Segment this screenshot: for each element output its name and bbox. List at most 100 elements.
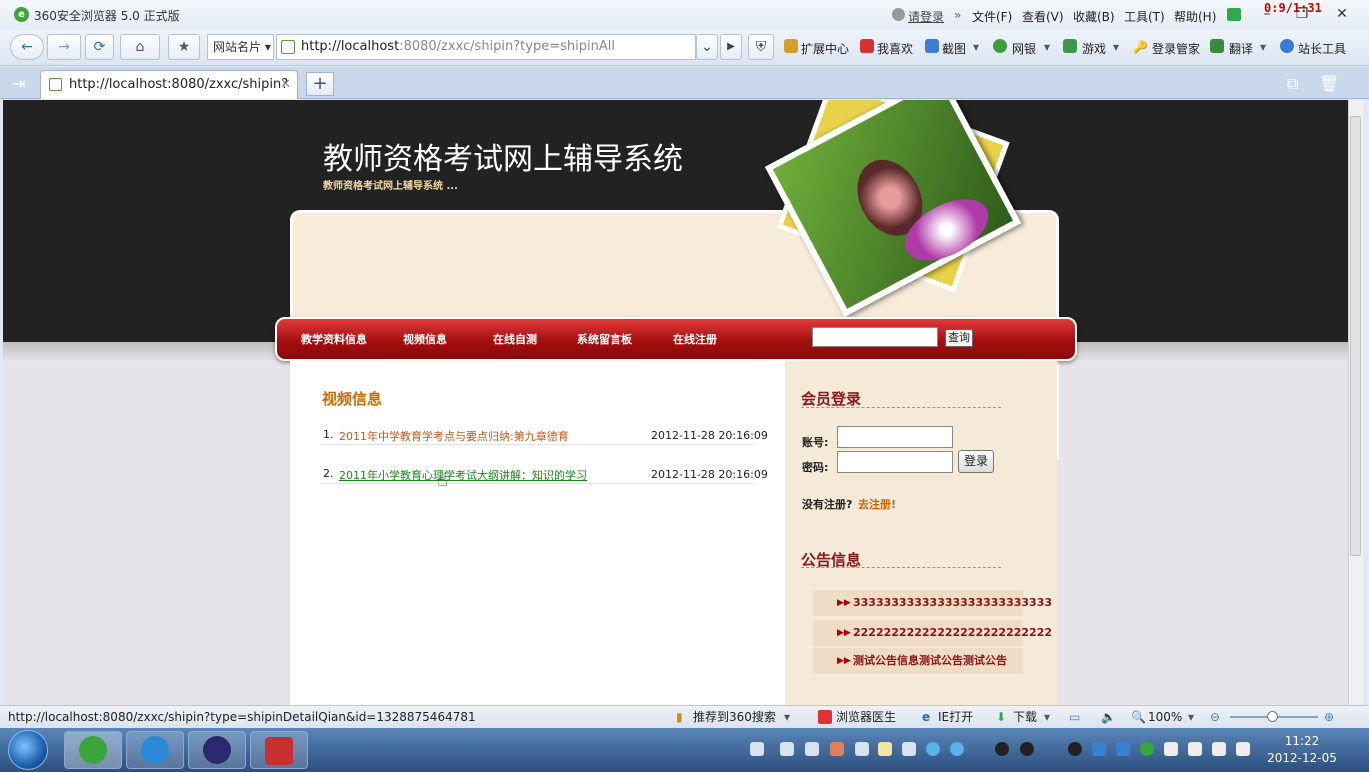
doctor-link[interactable]: 浏览器医生 (836, 706, 896, 728)
tray-app-icon[interactable] (830, 742, 844, 756)
zoom-level[interactable]: 100% (1148, 706, 1182, 728)
start-button[interactable] (8, 730, 48, 770)
shield-icon[interactable]: ⛨ (748, 34, 774, 60)
tray-app-icon[interactable] (926, 742, 940, 756)
browser-360-icon (79, 736, 107, 764)
tray-app-icon[interactable] (1092, 742, 1106, 756)
nav-item-videos[interactable]: 视频信息 (403, 331, 447, 347)
menu-help[interactable]: 帮助(H) (1174, 8, 1216, 25)
nav-item-self-test[interactable]: 在线自测 (493, 331, 537, 347)
go-icon[interactable]: ▶ (720, 34, 742, 60)
tray-app-icon[interactable] (855, 742, 869, 756)
close-tab-icon[interactable]: ✕ (280, 71, 291, 98)
notice-divider (801, 567, 1001, 568)
tab-active[interactable]: http://localhost:8080/zxxc/shipin?t... ✕ (40, 70, 298, 119)
network-icon[interactable] (1236, 742, 1250, 756)
tray-360-icon[interactable] (1140, 742, 1154, 756)
register-link[interactable]: 去注册! (858, 496, 896, 512)
chevron-down-icon[interactable]: ▾ (1113, 40, 1119, 54)
notice-item[interactable]: ▶▶ 33333333333333333333333333 (813, 590, 1052, 616)
search-input[interactable] (812, 327, 938, 347)
shield-icon[interactable] (1116, 742, 1130, 756)
tray-keyboard-icon[interactable] (750, 742, 764, 756)
home-icon[interactable]: ⌂ (120, 34, 160, 60)
site-card-dropdown[interactable]: 网站名片 ▾ (207, 34, 274, 60)
notice-text: 22222222222222222222222222 (853, 626, 1052, 639)
toolbar-link-bank[interactable]: 网银 (1012, 40, 1036, 57)
clock-date: 2012-12-05 (1267, 751, 1337, 765)
scrollbar-thumb[interactable] (1350, 116, 1361, 556)
search-button[interactable]: 查询 (945, 329, 973, 347)
tray-app-icon[interactable] (902, 742, 916, 756)
toolbar-link-favorites[interactable]: 我喜欢 (877, 40, 913, 57)
tray-app-icon[interactable] (950, 742, 964, 756)
menu-tools[interactable]: 工具(T) (1124, 8, 1165, 25)
qq-icon[interactable] (1020, 742, 1034, 756)
chevron-down-icon[interactable]: ⌄ (696, 34, 718, 60)
new-tab-button[interactable]: + (306, 72, 334, 96)
chevron-down-icon[interactable]: ▾ (1044, 706, 1050, 728)
taskbar-app-360browser[interactable] (64, 731, 122, 769)
trash-icon[interactable]: 🗑 (1319, 74, 1339, 93)
nav-item-teaching-materials[interactable]: 教学资料信息 (301, 331, 367, 347)
volume-icon[interactable] (1212, 742, 1226, 756)
taskbar-app-ie[interactable] (126, 731, 184, 769)
chevron-down-icon[interactable]: ▾ (1260, 40, 1266, 54)
user-icon (892, 8, 905, 21)
login-button[interactable]: 登录 (958, 450, 994, 473)
qq-icon[interactable] (1068, 742, 1082, 756)
back-arrow-icon[interactable]: ← (10, 34, 44, 60)
toolbar-link-games[interactable]: 游戏 (1082, 40, 1106, 57)
tray-note-icon[interactable] (878, 742, 892, 756)
notice-item[interactable]: ▶▶ 测试公告信息测试公告测试公告 (813, 648, 1023, 674)
taskbar-app-toolbox[interactable] (250, 731, 308, 769)
refresh-icon[interactable]: ⟳ (85, 34, 114, 60)
toolbox-icon (265, 737, 293, 765)
login-link[interactable]: 请登录 (908, 8, 944, 25)
chevron-down-icon[interactable]: ▾ (1044, 40, 1050, 54)
toolbar-link-webmaster[interactable]: 站长工具 (1298, 40, 1346, 57)
tab-list-icon[interactable]: ⧉ (1287, 74, 1298, 94)
menu-favorites[interactable]: 收藏(B) (1073, 8, 1115, 25)
chevron-down-icon[interactable]: ▾ (784, 706, 790, 728)
toolbar-link-screenshot[interactable]: 截图 (942, 40, 966, 57)
chevron-down-icon[interactable]: ▾ (973, 40, 979, 54)
account-input[interactable] (837, 426, 953, 448)
tray-device-icon[interactable] (1188, 742, 1202, 756)
sidebar-toggle-icon[interactable]: ⇥ (12, 74, 25, 93)
clock[interactable]: 11:22 2012-12-05 (1262, 733, 1342, 767)
skin-icon[interactable] (1227, 8, 1241, 21)
recommend-link[interactable]: 推荐到360搜索 (693, 706, 776, 728)
toolbar-link-translate[interactable]: 翻译 (1229, 40, 1253, 57)
flag-icon[interactable] (1164, 742, 1178, 756)
nav-item-message-board[interactable]: 系统留言板 (577, 331, 632, 347)
zoom-slider-thumb[interactable] (1267, 711, 1278, 722)
window-icon[interactable]: ▭ (1069, 706, 1080, 728)
notice-item[interactable]: ▶▶ 22222222222222222222222222 (813, 620, 1052, 646)
ie-open-link[interactable]: IE打开 (938, 706, 973, 728)
download-link[interactable]: 下载 (1013, 706, 1037, 728)
zoom-in-icon[interactable]: ⊕ (1324, 706, 1334, 728)
tray-app-icon[interactable] (780, 742, 794, 756)
qq-icon[interactable] (995, 742, 1009, 756)
chevron-down-icon[interactable]: ▾ (1188, 706, 1194, 728)
menu-file[interactable]: 文件(F) (972, 8, 1012, 25)
password-input[interactable] (837, 451, 953, 473)
nav-item-register[interactable]: 在线注册 (673, 331, 717, 347)
taskbar-app-eclipse[interactable] (188, 731, 246, 769)
tray-app-icon[interactable] (805, 742, 819, 756)
toolbar-link-extensions[interactable]: 扩展中心 (801, 40, 849, 57)
toolbar-link-password-manager[interactable]: 登录管家 (1152, 40, 1200, 57)
zoom-out-icon[interactable]: ⊖ (1210, 706, 1220, 728)
video-link[interactable]: 2011年中学教育学考点与要点归纳:第九章德育 (339, 428, 569, 444)
status-url: http://localhost:8080/zxxc/shipin?type=s… (8, 710, 476, 724)
video-link[interactable]: 2011年小学教育心理学考试大纲讲解：知识的学习 (339, 467, 587, 483)
close-button[interactable]: ✕ (1331, 4, 1353, 24)
account-label: 账号: (802, 436, 829, 449)
webmaster-icon (1280, 39, 1294, 53)
speaker-icon[interactable]: 🔈 (1101, 706, 1116, 728)
menu-view[interactable]: 查看(V) (1022, 8, 1064, 25)
forward-arrow-icon[interactable]: → (47, 34, 81, 60)
address-bar[interactable]: http://localhost:8080/zxxc/shipin?type=s… (276, 34, 696, 60)
star-icon[interactable]: ★ (168, 34, 200, 60)
